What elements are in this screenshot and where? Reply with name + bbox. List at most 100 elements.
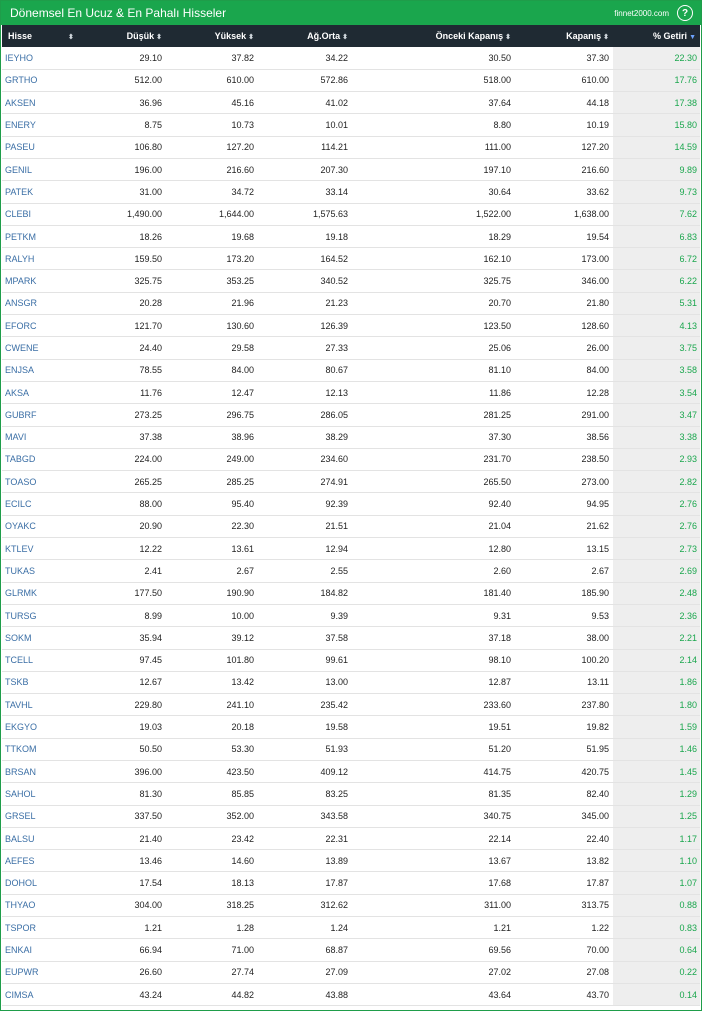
- sort-icon[interactable]: ⬍: [603, 33, 609, 41]
- cell-onceki-kapanis: 25.06: [488, 343, 511, 353]
- cell-getiri: 0.22: [613, 961, 700, 984]
- cell-yuksek: 423.50: [226, 766, 254, 777]
- stock-symbol-link[interactable]: GRSEL: [2, 805, 98, 827]
- stock-symbol-link[interactable]: GUBRF: [2, 404, 98, 426]
- sort-icon[interactable]: ⬍: [505, 33, 511, 41]
- column-header-kapanis[interactable]: Kapanış ⬍: [515, 25, 613, 47]
- stock-symbol-link[interactable]: BRSAN: [2, 761, 98, 783]
- cell-onceki-kapanis: 1,522.00: [475, 209, 511, 220]
- stock-symbol-link[interactable]: MPARK: [2, 270, 98, 292]
- stock-symbol-link[interactable]: SAHOL: [2, 783, 98, 805]
- stock-symbol-link[interactable]: EUPWR: [2, 961, 98, 983]
- column-header-dusuk[interactable]: Düşük ⬍: [98, 25, 166, 47]
- brand-link[interactable]: finnet2000.com: [614, 9, 669, 18]
- stock-symbol-link[interactable]: AKSEN: [2, 92, 98, 114]
- cell-kapanis: 420.75: [581, 766, 609, 777]
- sort-icon[interactable]: ⬍: [248, 33, 254, 41]
- column-header-onceki-kapanis[interactable]: Önceki Kapanış ⬍: [352, 25, 515, 47]
- stock-symbol-link[interactable]: PETKM: [2, 225, 98, 247]
- stock-symbol-link[interactable]: CIMSA: [2, 983, 98, 1005]
- cell-getiri: 6.83: [613, 225, 700, 248]
- table-row: OYAKC 20.90 22.30 21.51 21.04 21.62 2.76: [2, 515, 700, 538]
- stock-symbol-link[interactable]: TUKAS: [2, 560, 98, 582]
- stock-symbol-link[interactable]: OYAKC: [2, 515, 98, 537]
- stock-symbol-link[interactable]: EKGYO: [2, 716, 98, 738]
- help-icon[interactable]: ?: [677, 5, 693, 21]
- stock-symbol-link[interactable]: PASEU: [2, 136, 98, 158]
- table-row: PATEK 31.00 34.72 33.14 30.64 33.62 9.73: [2, 180, 700, 204]
- stock-symbol-link[interactable]: ENKAI: [2, 939, 98, 961]
- cell-kapanis: 291.00: [581, 409, 609, 420]
- cell-ag-orta: 9.39: [330, 610, 348, 621]
- sort-desc-icon[interactable]: ▼: [689, 34, 696, 41]
- stock-symbol-link[interactable]: AEFES: [2, 850, 98, 872]
- stock-symbol-link[interactable]: CWENE: [2, 337, 98, 359]
- stock-symbol-link[interactable]: GENIL: [2, 158, 98, 180]
- stock-symbol-link[interactable]: THYAO: [2, 894, 98, 916]
- table-row: SAHOL 81.30 85.85 83.25 81.35 82.40 1.29: [2, 782, 700, 806]
- stock-symbol-link[interactable]: GLRMK: [2, 582, 98, 604]
- cell-kapanis: 237.80: [581, 699, 609, 710]
- cell-kapanis: 610.00: [581, 75, 609, 86]
- cell-ag-orta: 12.13: [325, 387, 348, 398]
- stock-symbol-link[interactable]: ECILC: [2, 493, 98, 515]
- table-row: CIMSA 43.24 44.82 43.88 43.64 43.70 0.14: [2, 983, 700, 1006]
- cell-ag-orta: 38.29: [325, 432, 348, 443]
- stock-symbol-link[interactable]: KTLEV: [2, 538, 98, 560]
- stock-symbol-link[interactable]: TURSG: [2, 604, 98, 626]
- table-row: BRSAN 396.00 423.50 409.12 414.75 420.75 1.45: [2, 760, 700, 783]
- table-row: CLEBI 1,490.00 1,644.00 1,575.63 1,522.00 1,6…: [2, 203, 700, 226]
- cell-kapanis: 216.60: [581, 164, 609, 175]
- cell-yuksek: 10.73: [231, 120, 254, 131]
- stock-symbol-link[interactable]: ANSGR: [2, 292, 98, 314]
- column-header-label: Kapanış: [566, 31, 602, 41]
- column-header-ag-orta[interactable]: Ağ.Orta ⬍: [258, 25, 352, 47]
- column-header-hisse[interactable]: Hisse ⬍: [2, 25, 98, 47]
- stock-symbol-link[interactable]: EFORC: [2, 315, 98, 337]
- cell-yuksek: 95.40: [231, 499, 254, 510]
- stock-symbol-link[interactable]: TAVHL: [2, 694, 98, 716]
- cell-ag-orta: 234.60: [320, 454, 348, 465]
- stock-symbol-link[interactable]: RALYH: [2, 248, 98, 270]
- stock-symbol-link[interactable]: PATEK: [2, 181, 98, 203]
- stock-symbol-link[interactable]: BALSU: [2, 827, 98, 849]
- stock-symbol-link[interactable]: GRTHO: [2, 69, 98, 91]
- stock-symbol-link[interactable]: CLEBI: [2, 203, 98, 225]
- cell-kapanis: 346.00: [581, 276, 609, 287]
- cell-onceki-kapanis: 123.50: [483, 320, 511, 331]
- sort-icon[interactable]: ⬍: [156, 33, 162, 41]
- cell-yuksek: 85.85: [231, 788, 254, 799]
- cell-kapanis: 51.95: [586, 744, 609, 755]
- stock-symbol-link[interactable]: TSPOR: [2, 917, 98, 939]
- stock-symbol-link[interactable]: ENERY: [2, 114, 98, 136]
- cell-dusuk: 229.80: [134, 699, 162, 710]
- cell-dusuk: 177.50: [134, 588, 162, 599]
- cell-onceki-kapanis: 12.80: [488, 543, 511, 554]
- stock-symbol-link[interactable]: SOKM: [2, 627, 98, 649]
- cell-onceki-kapanis: 13.67: [488, 855, 511, 866]
- stock-symbol-link[interactable]: TSKB: [2, 671, 98, 693]
- sort-icon[interactable]: ⬍: [68, 33, 74, 41]
- cell-ag-orta: 19.58: [325, 722, 348, 733]
- table-row: AKSEN 36.96 45.16 41.02 37.64 44.18 17.38: [2, 91, 700, 114]
- cell-getiri: 1.46: [613, 738, 700, 761]
- cell-dusuk: 50.50: [139, 744, 162, 755]
- stock-symbol-link[interactable]: DOHOL: [2, 872, 98, 894]
- stock-symbol-link[interactable]: TOASO: [2, 471, 98, 493]
- stock-symbol-link[interactable]: ENJSA: [2, 359, 98, 381]
- column-header-getiri[interactable]: % Getiri ▼: [613, 25, 700, 47]
- table-row: PASEU 106.80 127.20 114.21 111.00 127.20 14.59: [2, 136, 700, 159]
- cell-kapanis: 12.28: [586, 387, 609, 398]
- cell-onceki-kapanis: 518.00: [483, 75, 511, 86]
- stock-symbol-link[interactable]: MAVI: [2, 426, 98, 448]
- stock-symbol-link[interactable]: TABGD: [2, 448, 98, 470]
- cell-onceki-kapanis: 69.56: [488, 945, 511, 956]
- sort-icon[interactable]: ⬍: [342, 33, 348, 41]
- cell-yuksek: 285.25: [226, 476, 254, 487]
- column-header-yuksek[interactable]: Yüksek ⬍: [166, 25, 258, 47]
- stock-symbol-link[interactable]: TTKOM: [2, 738, 98, 760]
- stock-symbol-link[interactable]: AKSA: [2, 381, 98, 403]
- cell-kapanis: 1.22: [591, 922, 609, 933]
- stock-symbol-link[interactable]: TCELL: [2, 649, 98, 671]
- stock-symbol-link[interactable]: IEYHO: [2, 47, 98, 69]
